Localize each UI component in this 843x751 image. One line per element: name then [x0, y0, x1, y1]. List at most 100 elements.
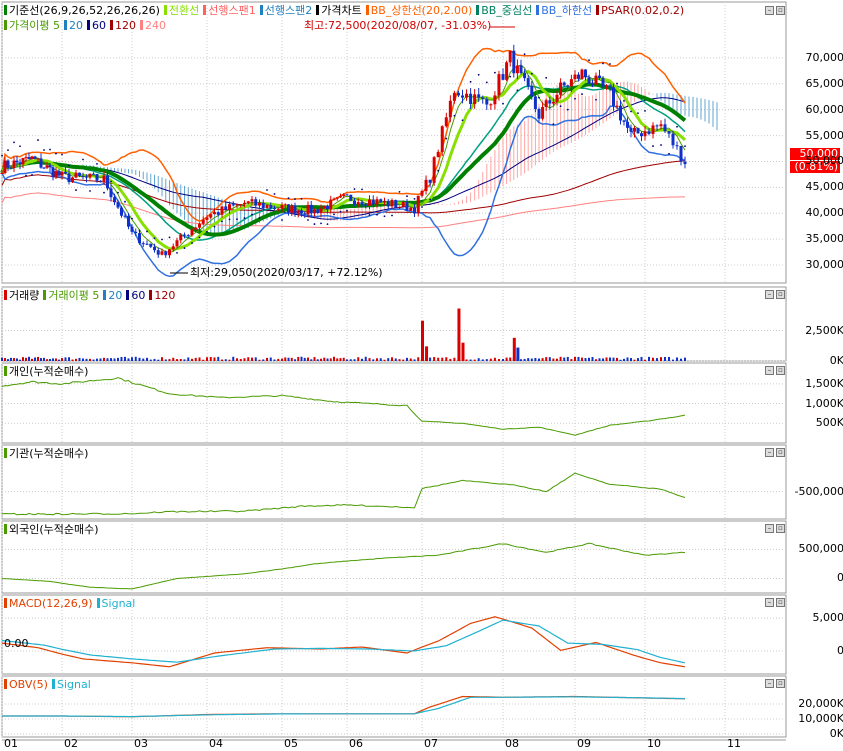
- candle-body: [577, 74, 580, 79]
- candle-body: [123, 215, 127, 217]
- psar-dot: [676, 125, 678, 128]
- macd-maximize-button[interactable]: ▫: [776, 598, 785, 607]
- psar-dot: [545, 76, 548, 79]
- candle-body: [424, 179, 428, 191]
- foreign-maximize-button[interactable]: ▫: [776, 524, 785, 533]
- institution-maximize-button[interactable]: ▫: [776, 448, 785, 457]
- volume-bar: [297, 356, 300, 361]
- candle-body: [405, 201, 409, 211]
- candle-body: [78, 172, 81, 176]
- volume-bar: [640, 356, 643, 361]
- candle-body: [12, 160, 16, 169]
- candle-body: [461, 95, 464, 98]
- panel-maximize-button[interactable]: ▫: [776, 6, 785, 15]
- psar-dot: [530, 72, 533, 75]
- legend-label: 20: [108, 289, 123, 302]
- legend-marker: [536, 5, 540, 15]
- volume-bar: [417, 357, 420, 361]
- legend-entry: PSAR(0.02,0.2): [596, 4, 684, 17]
- candle-body: [175, 240, 179, 247]
- psar-dot: [361, 188, 363, 191]
- volume-maximize-button[interactable]: ▫: [776, 290, 785, 299]
- psar-dot: [25, 174, 27, 177]
- volume-bar: [413, 359, 416, 361]
- candle-body: [493, 95, 497, 105]
- volume-bar: [530, 358, 533, 361]
- psar-dot: [559, 105, 562, 108]
- psar-dot: [413, 197, 416, 200]
- legend-entry: 기준선(26,9,26,52,26,26,26): [4, 4, 160, 17]
- obv-minimize-button[interactable]: –: [765, 679, 774, 688]
- institution-legend: 기관(누적순매수): [4, 447, 92, 461]
- legend-entry: 240: [139, 19, 166, 32]
- panel-minimize-button[interactable]: –: [765, 6, 774, 15]
- volume-bar: [247, 357, 250, 361]
- psar-dot: [616, 82, 618, 85]
- foreign-minimize-button[interactable]: –: [765, 524, 774, 533]
- psar-dot: [89, 190, 91, 192]
- candle-body: [296, 210, 300, 214]
- candle-body: [15, 160, 19, 163]
- candle-body: [390, 200, 394, 207]
- candle-body: [120, 207, 123, 216]
- psar-dot: [146, 230, 148, 233]
- volume-bar: [368, 358, 371, 361]
- volume-bar: [520, 359, 522, 361]
- candle-body: [379, 199, 383, 203]
- candle-body: [612, 87, 615, 106]
- psar-dot: [1, 154, 3, 157]
- psar-dot: [258, 217, 261, 219]
- candle-body: [156, 250, 160, 255]
- volume-bar: [342, 357, 345, 361]
- volume-minimize-button[interactable]: –: [765, 290, 774, 299]
- individual-minimize-button[interactable]: –: [765, 366, 774, 375]
- legend-entry: 가격이평 5: [4, 19, 60, 32]
- volume-bar: [124, 356, 126, 361]
- candle-body: [287, 204, 290, 213]
- legend-label: 가격이평 5: [9, 19, 60, 32]
- candle-body: [456, 92, 460, 96]
- psar-dot: [581, 93, 583, 95]
- volume-bar: [266, 357, 268, 361]
- volume-bar: [559, 356, 562, 361]
- candle-body: [508, 50, 512, 63]
- candle-body: [541, 107, 545, 119]
- volume-bar: [117, 357, 119, 361]
- individual-maximize-button[interactable]: ▫: [776, 366, 785, 375]
- candle-body: [615, 105, 619, 107]
- volume-bar: [648, 356, 650, 361]
- psar-dot: [198, 236, 201, 239]
- volume-bar: [598, 358, 601, 361]
- high-annotation: 최고:72,500(2020/08/07, -31.03%): [304, 19, 492, 32]
- volume-bar: [323, 357, 326, 361]
- candle-body: [322, 205, 326, 209]
- candle-body: [505, 62, 509, 80]
- legend-label: 60: [131, 289, 146, 302]
- macd-minimize-button[interactable]: –: [765, 598, 774, 607]
- volume-bar: [552, 358, 555, 361]
- institution-minimize-button[interactable]: –: [765, 448, 774, 457]
- candle-body: [587, 77, 591, 84]
- volume-bar: [485, 359, 488, 361]
- obv-maximize-button[interactable]: ▫: [776, 679, 785, 688]
- volume-bar: [224, 359, 227, 361]
- volume-bar: [605, 357, 608, 361]
- psar-dot: [49, 148, 51, 151]
- candle-body: [42, 167, 46, 169]
- psar-dot: [117, 191, 119, 194]
- psar-dot: [623, 100, 625, 102]
- candle-body: [643, 131, 647, 137]
- candle-body: [88, 173, 92, 178]
- volume-bar: [179, 358, 182, 361]
- volume-bar: [545, 357, 548, 361]
- candle-body: [594, 75, 598, 85]
- volume-spike-bar: [516, 347, 520, 361]
- volume-bar: [402, 359, 405, 361]
- candle-body: [228, 204, 231, 210]
- psar-dot: [213, 225, 216, 228]
- psar-dot: [445, 137, 448, 140]
- volume-bar: [157, 359, 160, 361]
- volume-bar: [595, 359, 597, 361]
- volume-legend: 거래량 거래이평 5 20 60 120: [4, 289, 179, 303]
- volume-bar: [153, 358, 156, 361]
